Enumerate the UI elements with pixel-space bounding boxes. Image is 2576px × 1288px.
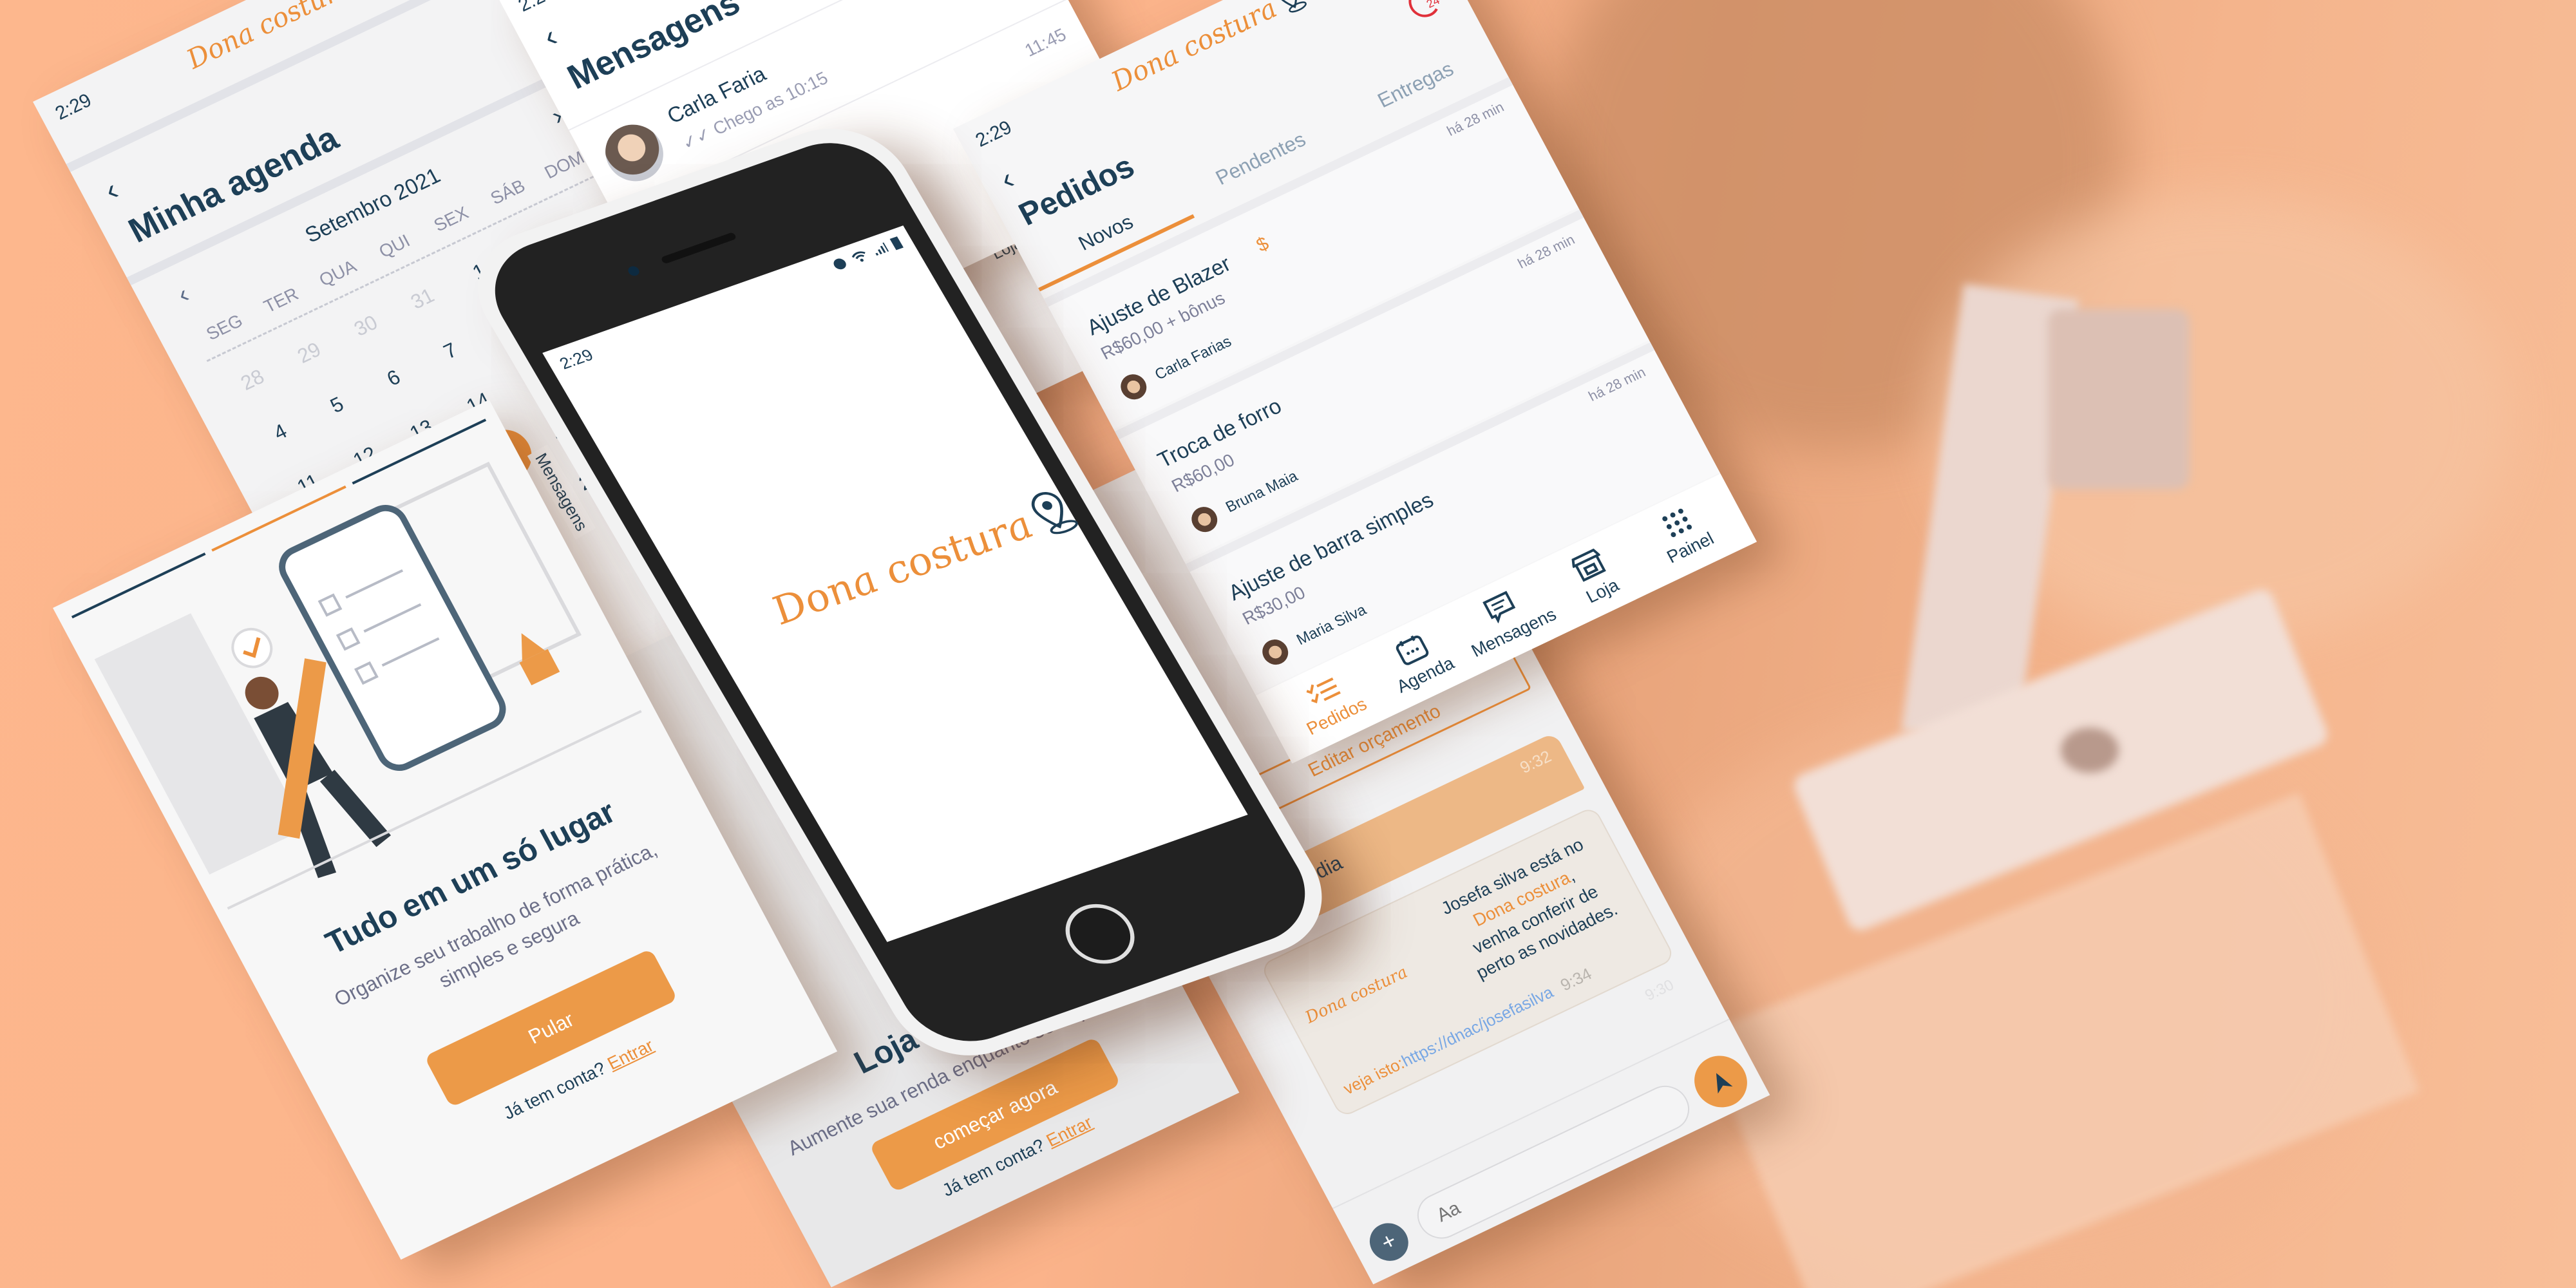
calendar-icon: [1396, 635, 1429, 665]
calendar-day[interactable]: 31: [388, 275, 456, 323]
send-icon: [1716, 1073, 1733, 1094]
client-name: Maria Silva: [1293, 601, 1370, 649]
bonus-money-icon: $: [1253, 232, 1273, 256]
message-time: 11:45: [1021, 24, 1070, 61]
weekday-label: QUA: [316, 256, 360, 290]
weekday-label: QUI: [375, 230, 413, 262]
wifi-icon: [851, 251, 866, 262]
client-name: Bruna Maia: [1222, 467, 1301, 516]
avatar: [1116, 370, 1151, 404]
weekday-label: TER: [260, 283, 302, 317]
calendar-day[interactable]: 29: [275, 329, 343, 377]
grid-icon: [1662, 508, 1692, 538]
calendar-day[interactable]: 28: [218, 356, 286, 404]
24h-icon[interactable]: 24: [1400, 0, 1451, 25]
splash-logo: Dona costura: [762, 486, 1083, 633]
chat-icon: [1482, 591, 1516, 624]
weekday-label: SEX: [430, 202, 472, 236]
login-link[interactable]: Entrar: [1043, 1112, 1096, 1150]
calendar-day[interactable]: 7: [417, 327, 484, 375]
status-time: 2:29: [52, 90, 95, 124]
status-time: 2:29: [515, 0, 558, 17]
order-age: há 28 min: [1444, 99, 1507, 139]
calendar-day[interactable]: 30: [332, 302, 399, 350]
attach-button[interactable]: +: [1363, 1217, 1416, 1267]
order-age: há 28 min: [1515, 231, 1578, 272]
send-button[interactable]: [1685, 1047, 1757, 1116]
svg-text:24: 24: [1425, 0, 1442, 10]
brand-logo: Dona costura: [1302, 963, 1411, 1028]
message-time: 9:30: [1642, 976, 1677, 1005]
back-button[interactable]: ‹: [538, 19, 564, 55]
client-name: Carla Farias: [1151, 332, 1235, 384]
status-time: 2:29: [556, 345, 597, 373]
avatar: [1258, 635, 1293, 669]
status-time: 2:29: [972, 117, 1016, 151]
alarm-icon: [833, 258, 846, 270]
calendar-day[interactable]: 5: [303, 381, 371, 430]
weekday-label: SÁB: [487, 175, 529, 209]
store-icon: [1571, 548, 1606, 582]
avatar: [595, 115, 674, 191]
login-link[interactable]: Entrar: [604, 1036, 657, 1074]
card-link[interactable]: https://dnac/josefasilva: [1398, 982, 1557, 1070]
brand-logo: Dona costura: [1105, 0, 1309, 97]
calendar-day[interactable]: 4: [247, 408, 314, 457]
calendar-day[interactable]: 6: [360, 354, 428, 402]
weekday-label: SEG: [203, 310, 246, 345]
back-button[interactable]: ‹: [994, 162, 1020, 197]
avatar: [1187, 502, 1222, 536]
order-age: há 28 min: [1586, 364, 1649, 404]
signal-icon: [875, 242, 889, 256]
back-button[interactable]: ‹: [99, 173, 124, 208]
battery-icon: [889, 236, 904, 251]
